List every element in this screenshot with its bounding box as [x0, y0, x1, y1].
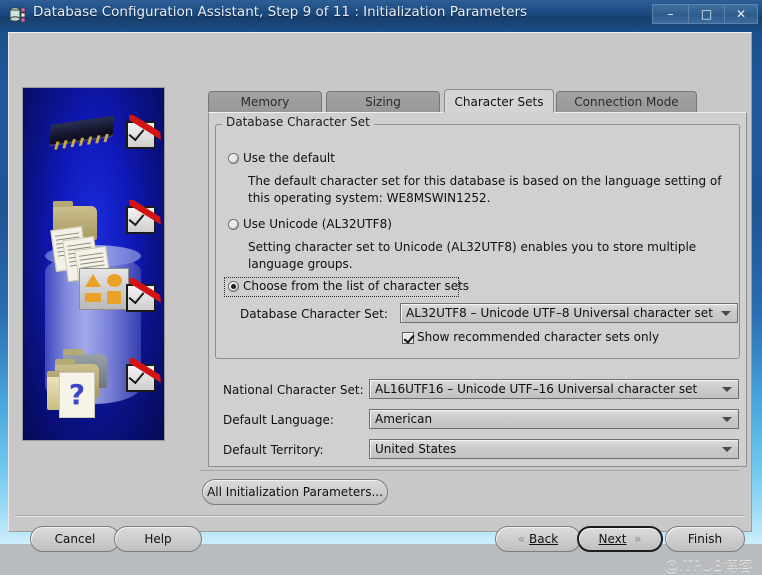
national-character-set-label: National Character Set:: [223, 383, 364, 397]
database-character-set-value: AL32UTF8 – Unicode UTF–8 Universal chara…: [406, 306, 713, 320]
show-recommended-label[interactable]: Show recommended character sets only: [417, 330, 659, 344]
radio-use-unicode[interactable]: [228, 219, 239, 230]
chevron-down-icon[interactable]: [722, 387, 732, 392]
radio-use-unicode-label[interactable]: Use Unicode (AL32UTF8): [243, 217, 392, 231]
default-language-combo[interactable]: American: [369, 409, 739, 429]
default-language-value: American: [375, 412, 433, 426]
application-window: Database Configuration Assistant, Step 9…: [0, 0, 762, 574]
panel-divider: [200, 470, 739, 471]
step-complete-check-4: [126, 364, 156, 392]
tab-strip: Memory Sizing Character Sets Connection …: [208, 89, 747, 113]
cancel-button[interactable]: Cancel: [30, 526, 120, 552]
use-default-description: The default character set for this datab…: [248, 174, 722, 205]
default-territory-label: Default Territory:: [223, 443, 324, 457]
radio-choose-from-list-label[interactable]: Choose from the list of character sets: [243, 279, 469, 293]
character-sets-panel: Database Character Set Use the default T…: [208, 112, 747, 467]
watermark: @ITPUB博客: [664, 556, 753, 574]
client-area: ? Memory Sizing Character Sets Connectio…: [8, 32, 753, 574]
chevron-down-icon[interactable]: [722, 447, 732, 452]
next-button[interactable]: Next »: [577, 526, 663, 552]
step-complete-check-1: [126, 121, 156, 149]
default-territory-value: United States: [375, 442, 457, 456]
close-button[interactable]: ✕: [724, 4, 758, 24]
tab-memory[interactable]: Memory: [208, 91, 322, 113]
radio-choose-from-list[interactable]: [228, 281, 239, 292]
radio-use-default[interactable]: [228, 153, 239, 164]
back-button[interactable]: « Back: [495, 526, 581, 552]
use-unicode-description: Setting character set to Unicode (AL32UT…: [248, 240, 697, 271]
memory-chip-graphic: [49, 115, 115, 150]
schema-objects-graphic: [79, 268, 129, 310]
help-button[interactable]: Help: [114, 526, 202, 552]
window-title: Database Configuration Assistant, Step 9…: [33, 4, 528, 20]
step-complete-check-3: [126, 284, 156, 312]
title-bar[interactable]: Database Configuration Assistant, Step 9…: [0, 0, 762, 30]
tab-sizing[interactable]: Sizing: [326, 91, 440, 113]
all-initialization-parameters-button[interactable]: All Initialization Parameters...: [202, 479, 388, 505]
default-territory-combo[interactable]: United States: [369, 439, 739, 459]
question-document-graphic: ?: [59, 372, 95, 418]
group-legend: Database Character Set: [222, 115, 374, 129]
chevron-down-icon[interactable]: [721, 311, 731, 316]
step-complete-check-2: [126, 206, 156, 234]
tab-character-sets[interactable]: Character Sets: [444, 89, 554, 113]
show-recommended-checkbox[interactable]: [402, 332, 414, 344]
wizard-illustration: ?: [22, 87, 165, 441]
tab-connection-mode[interactable]: Connection Mode: [556, 91, 697, 113]
national-character-set-combo[interactable]: AL16UTF16 – Unicode UTF–16 Universal cha…: [369, 379, 739, 399]
radio-use-default-label[interactable]: Use the default: [243, 151, 335, 165]
database-character-set-combo[interactable]: AL32UTF8 – Unicode UTF–8 Universal chara…: [400, 303, 738, 323]
default-language-label: Default Language:: [223, 413, 334, 427]
database-icon: [9, 6, 27, 24]
minimize-button[interactable]: –: [652, 4, 688, 24]
chevron-down-icon[interactable]: [722, 417, 732, 422]
maximize-button[interactable]: □: [688, 4, 724, 24]
bottom-divider: [15, 515, 745, 517]
national-character-set-value: AL16UTF16 – Unicode UTF–16 Universal cha…: [375, 382, 698, 396]
finish-button[interactable]: Finish: [665, 526, 745, 552]
database-character-set-label: Database Character Set:: [240, 307, 388, 321]
